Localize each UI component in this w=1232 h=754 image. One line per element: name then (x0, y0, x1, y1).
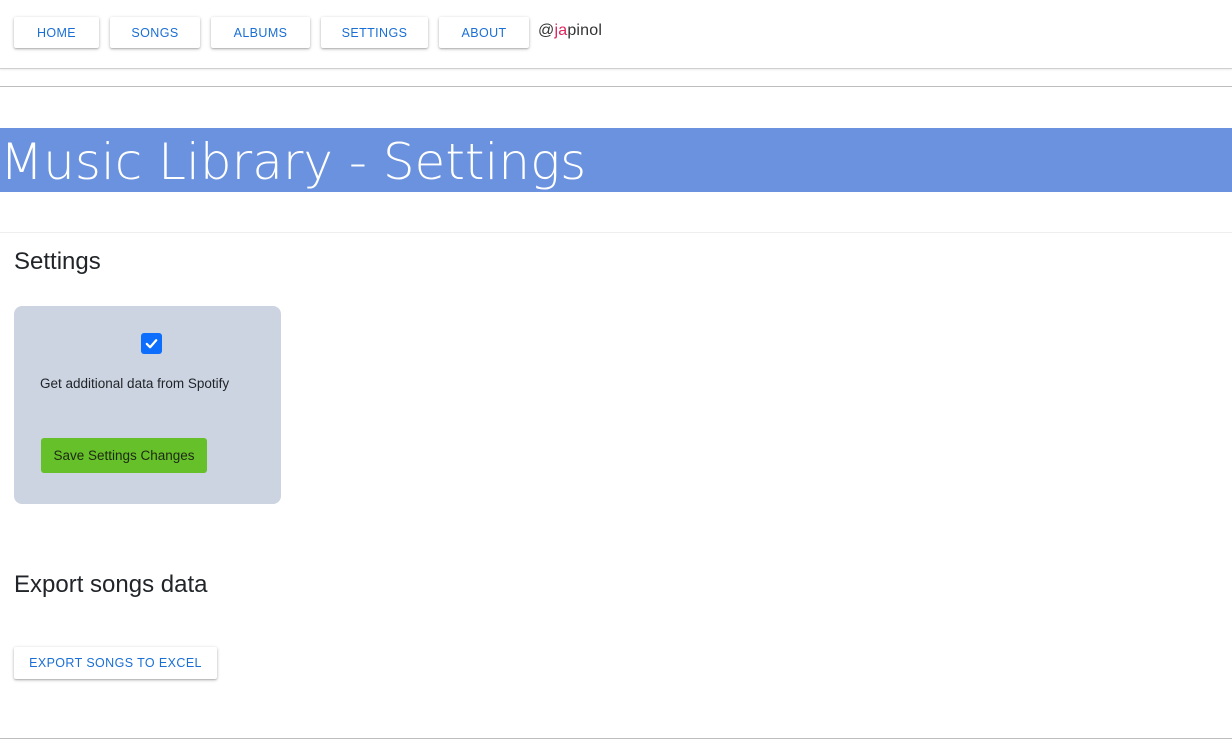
settings-heading: Settings (14, 248, 101, 275)
nav-albums-button[interactable]: ALBUMS (211, 17, 310, 48)
nav-about-button[interactable]: ABOUT (439, 17, 529, 48)
brand-logo: @japinol (538, 22, 602, 40)
save-settings-button[interactable]: Save Settings Changes (41, 438, 207, 473)
export-songs-button[interactable]: EXPORT SONGS TO EXCEL (14, 647, 217, 679)
brand-highlight: ja (554, 22, 568, 39)
checkmark-icon (145, 339, 158, 349)
nav-songs-button[interactable]: SONGS (110, 17, 200, 48)
spotify-checkbox-label: Get additional data from Spotify (40, 376, 230, 391)
settings-card: Get additional data from Spotify Save Se… (14, 306, 281, 504)
page-banner: Music Library - Settings (0, 128, 1232, 192)
top-navbar: HOME SONGS ALBUMS SETTINGS ABOUT @japino… (0, 0, 1232, 69)
brand-suffix: pinol (567, 22, 603, 39)
spotify-checkbox[interactable] (141, 333, 162, 354)
nav-home-button[interactable]: HOME (14, 17, 99, 48)
export-heading: Export songs data (14, 571, 208, 598)
header-divider (0, 86, 1232, 87)
section-divider (0, 232, 1232, 233)
nav-settings-button[interactable]: SETTINGS (321, 17, 428, 48)
brand-prefix: @ (538, 22, 555, 39)
footer-divider (0, 738, 1232, 739)
page-title: Music Library - Settings (0, 133, 587, 191)
